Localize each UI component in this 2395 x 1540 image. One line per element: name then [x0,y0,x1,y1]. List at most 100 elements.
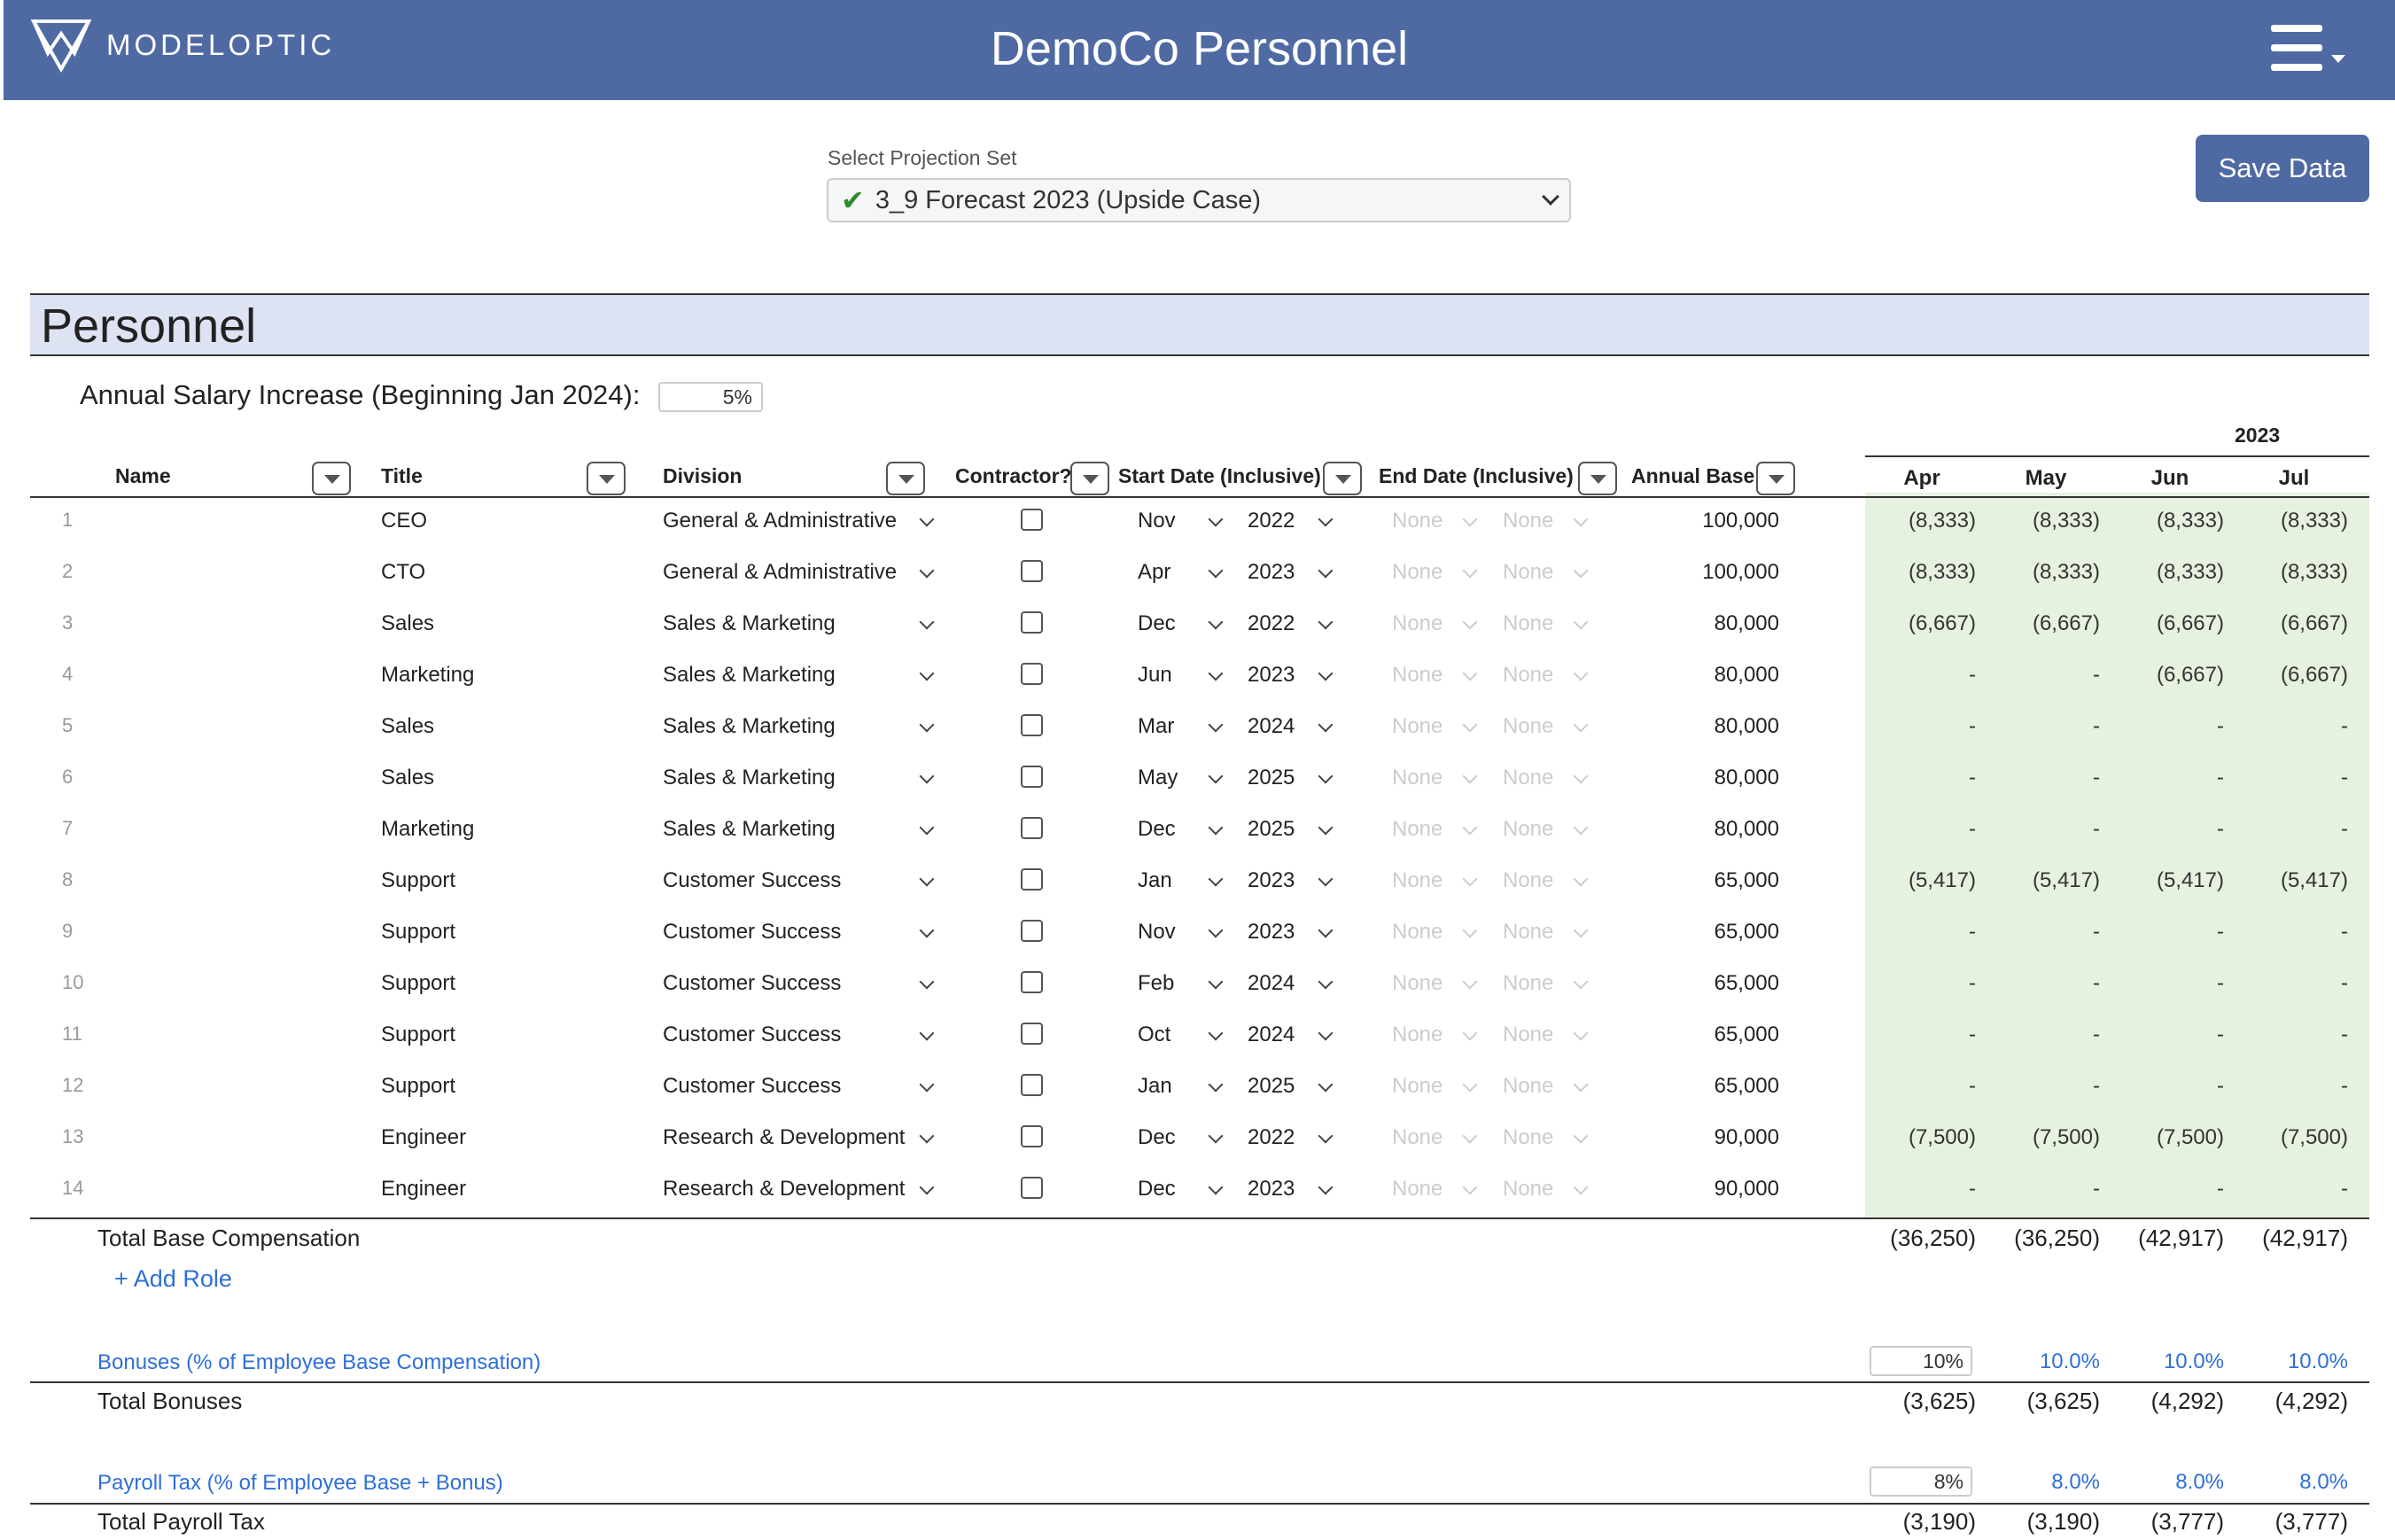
chevron-down-icon[interactable] [919,974,935,990]
name-filter-button[interactable] [312,462,351,495]
chevron-down-icon[interactable] [919,922,935,938]
add-role-link[interactable]: + Add Role [114,1265,232,1293]
chevron-down-icon[interactable] [919,871,935,887]
end-year-select[interactable]: None [1503,920,1553,945]
chevron-down-icon[interactable] [1462,871,1478,887]
chevron-down-icon[interactable] [919,614,935,630]
title-field[interactable]: Engineer [381,1125,466,1150]
chevron-down-icon[interactable] [1462,614,1478,630]
annual-base-field[interactable]: 65,000 [1715,868,1779,893]
start-month-select[interactable]: Oct [1138,1023,1170,1047]
chevron-down-icon[interactable] [1573,717,1589,733]
division-select[interactable]: Sales & Marketing [663,714,836,739]
division-select[interactable]: Sales & Marketing [663,817,836,842]
chevron-down-icon[interactable] [919,1179,935,1195]
start-year-select[interactable]: 2022 [1248,509,1295,533]
chevron-down-icon[interactable] [1462,1077,1478,1093]
contractor-checkbox[interactable] [1021,611,1043,634]
start-date-filter-button[interactable] [1323,462,1362,495]
annual-base-field[interactable]: 80,000 [1715,766,1779,790]
end-date-filter-button[interactable] [1578,462,1617,495]
chevron-down-icon[interactable] [1208,511,1224,527]
chevron-down-icon[interactable] [1208,614,1224,630]
contractor-filter-button[interactable] [1070,462,1109,495]
payroll-tax-pct-value[interactable]: 8.0% [2224,1470,2348,1495]
end-year-select[interactable]: None [1503,766,1553,790]
chevron-down-icon[interactable] [1318,614,1334,630]
chevron-down-icon[interactable] [1208,1179,1224,1195]
end-month-select[interactable]: None [1392,611,1442,636]
start-year-select[interactable]: 2024 [1248,971,1295,996]
title-field[interactable]: Support [381,971,455,996]
division-select[interactable]: Customer Success [663,920,841,945]
end-month-select[interactable]: None [1392,663,1442,688]
start-year-select[interactable]: 2023 [1248,663,1295,688]
title-field[interactable]: Support [381,1074,455,1099]
end-month-select[interactable]: None [1392,1177,1442,1202]
chevron-down-icon[interactable] [1318,974,1334,990]
start-year-select[interactable]: 2022 [1248,1125,1295,1150]
contractor-checkbox[interactable] [1021,714,1043,736]
chevron-down-icon[interactable] [1208,820,1224,836]
chevron-down-icon[interactable] [1318,820,1334,836]
end-year-select[interactable]: None [1503,611,1553,636]
division-select[interactable]: Customer Success [663,1074,841,1099]
projection-set-select[interactable]: ✔ 3_9 Forecast 2023 (Upside Case) [827,178,1571,222]
division-select[interactable]: Sales & Marketing [663,611,836,636]
chevron-down-icon[interactable] [1573,820,1589,836]
end-year-select[interactable]: None [1503,1177,1553,1202]
chevron-down-icon[interactable] [1573,511,1589,527]
annual-base-field[interactable]: 65,000 [1715,971,1779,996]
start-year-select[interactable]: 2025 [1248,766,1295,790]
chevron-down-icon[interactable] [1462,511,1478,527]
bonus-pct-value[interactable]: 10.0% [1976,1349,2100,1374]
title-field[interactable]: CEO [381,509,427,533]
chevron-down-icon[interactable] [1462,1179,1478,1195]
end-month-select[interactable]: None [1392,766,1442,790]
title-field[interactable]: Support [381,1023,455,1047]
chevron-down-icon[interactable] [1208,871,1224,887]
chevron-down-icon[interactable] [1573,665,1589,681]
payroll-tax-pct-value[interactable]: 8.0% [1976,1470,2100,1495]
chevron-down-icon[interactable] [1573,871,1589,887]
chevron-down-icon[interactable] [1208,717,1224,733]
chevron-down-icon[interactable] [1573,1128,1589,1144]
start-year-select[interactable]: 2023 [1248,1177,1295,1202]
chevron-down-icon[interactable] [1318,768,1334,784]
end-year-select[interactable]: None [1503,1074,1553,1099]
division-select[interactable]: Customer Success [663,971,841,996]
chevron-down-icon[interactable] [1318,1179,1334,1195]
annual-base-field[interactable]: 80,000 [1715,714,1779,739]
end-month-select[interactable]: None [1392,971,1442,996]
chevron-down-icon[interactable] [1573,614,1589,630]
contractor-checkbox[interactable] [1021,509,1043,531]
title-field[interactable]: Marketing [381,817,474,842]
start-year-select[interactable]: 2022 [1248,611,1295,636]
bonus-pct-value[interactable]: 10.0% [2100,1349,2224,1374]
start-month-select[interactable]: Jan [1138,1074,1172,1099]
end-month-select[interactable]: None [1392,1074,1442,1099]
chevron-down-icon[interactable] [919,1077,935,1093]
chevron-down-icon[interactable] [1573,922,1589,938]
end-month-select[interactable]: None [1392,920,1442,945]
chevron-down-icon[interactable] [1208,1128,1224,1144]
end-year-select[interactable]: None [1503,560,1553,585]
contractor-checkbox[interactable] [1021,663,1043,685]
start-month-select[interactable]: Dec [1138,611,1176,636]
title-field[interactable]: Sales [381,766,434,790]
chevron-down-icon[interactable] [1573,768,1589,784]
chevron-down-icon[interactable] [1462,563,1478,579]
end-year-select[interactable]: None [1503,971,1553,996]
contractor-checkbox[interactable] [1021,920,1043,942]
chevron-down-icon[interactable] [1573,974,1589,990]
chevron-down-icon[interactable] [1208,768,1224,784]
start-month-select[interactable]: Nov [1138,509,1176,533]
annual-base-field[interactable]: 90,000 [1715,1177,1779,1202]
start-year-select[interactable]: 2024 [1248,1023,1295,1047]
chevron-down-icon[interactable] [1208,922,1224,938]
division-select[interactable]: Sales & Marketing [663,766,836,790]
chevron-down-icon[interactable] [1462,974,1478,990]
chevron-down-icon[interactable] [1573,563,1589,579]
annual-base-field[interactable]: 90,000 [1715,1125,1779,1150]
end-year-select[interactable]: None [1503,714,1553,739]
